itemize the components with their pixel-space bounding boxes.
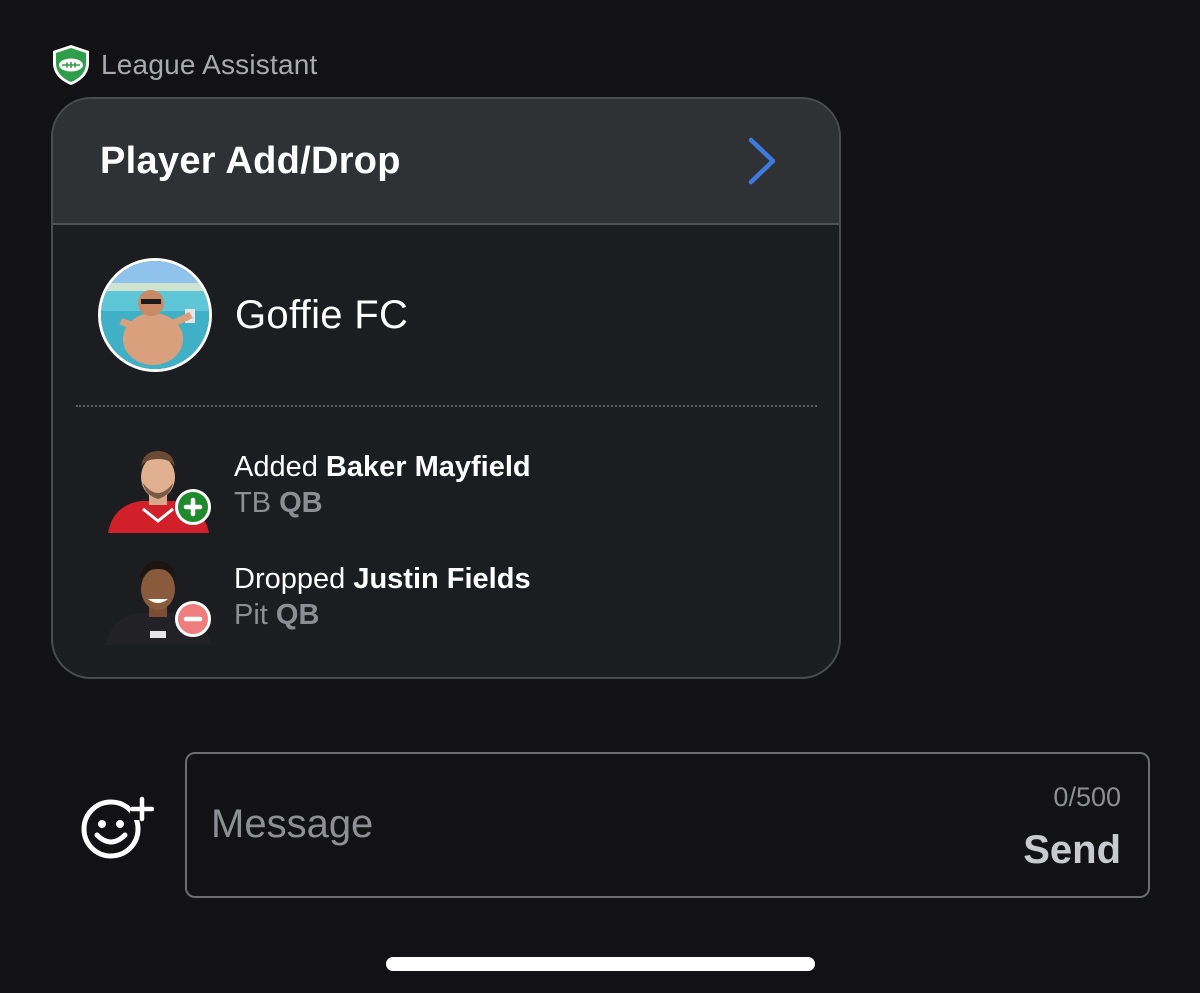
message-sender: League Assistant xyxy=(50,44,317,86)
player-position: QB xyxy=(279,487,323,519)
team-name[interactable]: Goffie FC xyxy=(235,293,408,338)
team-avatar-photo xyxy=(101,261,209,369)
player-name[interactable]: Baker Mayfield xyxy=(326,451,531,483)
player-add-drop-card[interactable]: Player Add/Drop Goffie FC Added Baker Ma… xyxy=(51,97,841,679)
transaction-action: Dropped xyxy=(234,563,346,595)
transaction-added[interactable]: Added Baker Mayfield TB QB xyxy=(53,445,839,557)
player-position: QB xyxy=(275,599,320,631)
transaction-action: Added xyxy=(234,451,318,483)
message-input[interactable] xyxy=(211,794,971,854)
team-row[interactable]: Goffie FC xyxy=(53,225,839,405)
team-avatar[interactable] xyxy=(98,258,212,372)
player-name[interactable]: Justin Fields xyxy=(353,563,530,595)
character-count: 0/500 xyxy=(1053,782,1121,812)
add-emoji-icon[interactable] xyxy=(78,796,154,862)
message-box[interactable]: 0/500 Send xyxy=(185,752,1150,898)
card-title: Player Add/Drop xyxy=(100,139,401,182)
chat-screen: League Assistant Player Add/Drop Goffie … xyxy=(0,0,1200,993)
sender-name: League Assistant xyxy=(101,49,318,80)
player-photo-added xyxy=(103,445,213,533)
league-shield-football-icon xyxy=(53,45,89,85)
transaction-list: Added Baker Mayfield TB QB Dropped Justi… xyxy=(53,407,839,669)
player-team: TB xyxy=(234,487,272,519)
plus-circle-icon xyxy=(175,489,211,525)
transaction-text: Added Baker Mayfield TB QB xyxy=(234,449,531,521)
chevron-right-icon[interactable] xyxy=(747,137,777,185)
transaction-text: Dropped Justin Fields Pit QB xyxy=(234,561,531,633)
minus-circle-icon xyxy=(175,601,211,637)
player-team: Pit xyxy=(234,599,268,631)
card-header[interactable]: Player Add/Drop xyxy=(53,99,839,225)
transaction-dropped[interactable]: Dropped Justin Fields Pit QB xyxy=(53,557,839,669)
message-composer: 0/500 Send xyxy=(0,752,1200,898)
home-indicator xyxy=(386,957,815,971)
player-photo-dropped xyxy=(103,557,213,645)
send-button[interactable]: Send xyxy=(1023,828,1121,873)
